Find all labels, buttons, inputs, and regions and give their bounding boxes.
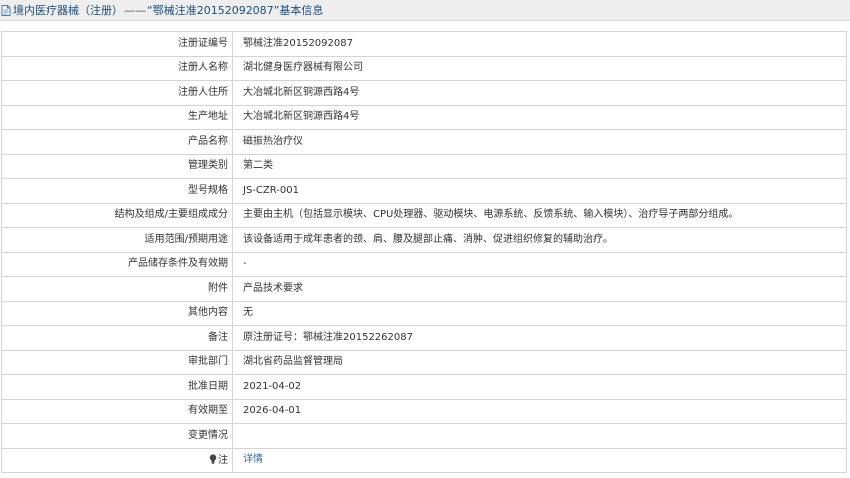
page-title-bar: 境内医疗器械（注册） —— “鄂械注准20152092087”基本信息 bbox=[0, 0, 850, 21]
field-label: 注册人名称 bbox=[1, 55, 233, 81]
field-value: 2021-04-02 bbox=[232, 374, 847, 400]
table-row: 有效期至 2026-04-01 bbox=[1, 398, 847, 424]
field-value: 2026-04-01 bbox=[232, 398, 847, 424]
field-value bbox=[232, 423, 847, 449]
field-value: 大冶城北新区铜源西路4号 bbox=[232, 104, 847, 130]
note-label: 注 bbox=[218, 454, 228, 466]
field-label: 型号规格 bbox=[1, 178, 233, 204]
field-label: 审批部门 bbox=[1, 349, 233, 375]
field-value: 湖北健身医疗器械有限公司 bbox=[232, 55, 847, 81]
field-label: 产品储存条件及有效期 bbox=[1, 251, 233, 277]
table-row: 备注 原注册证号：鄂械注准20152262087 bbox=[1, 325, 847, 351]
field-label: 变更情况 bbox=[1, 423, 233, 449]
field-label: 附件 bbox=[1, 276, 233, 302]
field-label: 适用范围/预期用途 bbox=[1, 227, 233, 253]
field-value: 产品技术要求 bbox=[232, 276, 847, 302]
lightbulb-icon bbox=[209, 454, 217, 464]
table-row: 注册证编号 鄂械注准20152092087 bbox=[1, 31, 847, 57]
table-row: 变更情况 bbox=[1, 423, 847, 449]
table-row: 附件 产品技术要求 bbox=[1, 276, 847, 302]
registration-info-table: 注册证编号 鄂械注准20152092087 注册人名称 湖北健身医疗器械有限公司… bbox=[1, 31, 847, 473]
table-row: 结构及组成/主要组成成分 主要由主机（包括显示模块、CPU处理器、驱动模块、电源… bbox=[1, 202, 847, 228]
details-link[interactable]: 详情 bbox=[243, 454, 263, 465]
table-row: 产品储存条件及有效期 - bbox=[1, 251, 847, 277]
field-label: 其他内容 bbox=[1, 300, 233, 326]
field-value: 该设备适用于成年患者的颈、肩、腰及腿部止痛、消肿、促进组织修复的辅助治疗。 bbox=[232, 227, 847, 253]
breadcrumb-category: 境内医疗器械（注册） bbox=[13, 4, 123, 17]
field-label: 批准日期 bbox=[1, 374, 233, 400]
breadcrumb-separator: —— bbox=[124, 3, 146, 17]
field-label: 有效期至 bbox=[1, 398, 233, 424]
table-row: 生产地址 大冶城北新区铜源西路4号 bbox=[1, 104, 847, 130]
field-value: 原注册证号：鄂械注准20152262087 bbox=[232, 325, 847, 351]
page-title: “鄂械注准20152092087”基本信息 bbox=[147, 4, 324, 17]
field-value: - bbox=[232, 251, 847, 277]
field-value: 无 bbox=[232, 300, 847, 326]
field-label: 结构及组成/主要组成成分 bbox=[1, 202, 233, 228]
table-row: 其他内容 无 bbox=[1, 300, 847, 326]
table-row: 管理类别 第二类 bbox=[1, 153, 847, 179]
field-label: 注册人住所 bbox=[1, 80, 233, 106]
note-value-cell: 详情 bbox=[232, 447, 847, 473]
field-label: 产品名称 bbox=[1, 129, 233, 155]
table-row: 适用范围/预期用途 该设备适用于成年患者的颈、肩、腰及腿部止痛、消肿、促进组织修… bbox=[1, 227, 847, 253]
table-row: 型号规格 JS-CZR-001 bbox=[1, 178, 847, 204]
document-icon bbox=[1, 4, 11, 16]
table-row: 批准日期 2021-04-02 bbox=[1, 374, 847, 400]
table-row: 审批部门 湖北省药品监督管理局 bbox=[1, 349, 847, 375]
field-value: JS-CZR-001 bbox=[232, 178, 847, 204]
field-label: 管理类别 bbox=[1, 153, 233, 179]
table-row: 注册人住所 大冶城北新区铜源西路4号 bbox=[1, 80, 847, 106]
field-label: 生产地址 bbox=[1, 104, 233, 130]
field-value: 鄂械注准20152092087 bbox=[232, 31, 847, 57]
field-value: 磁振热治疗仪 bbox=[232, 129, 847, 155]
field-value: 大冶城北新区铜源西路4号 bbox=[232, 80, 847, 106]
field-value: 湖北省药品监督管理局 bbox=[232, 349, 847, 375]
note-row: 注 详情 bbox=[1, 447, 847, 473]
field-label: 备注 bbox=[1, 325, 233, 351]
note-label-cell: 注 bbox=[1, 447, 233, 473]
field-value: 主要由主机（包括显示模块、CPU处理器、驱动模块、电源系统、反馈系统、输入模块）… bbox=[232, 202, 847, 228]
field-label: 注册证编号 bbox=[1, 31, 233, 57]
field-value: 第二类 bbox=[232, 153, 847, 179]
table-row: 注册人名称 湖北健身医疗器械有限公司 bbox=[1, 55, 847, 81]
table-row: 产品名称 磁振热治疗仪 bbox=[1, 129, 847, 155]
